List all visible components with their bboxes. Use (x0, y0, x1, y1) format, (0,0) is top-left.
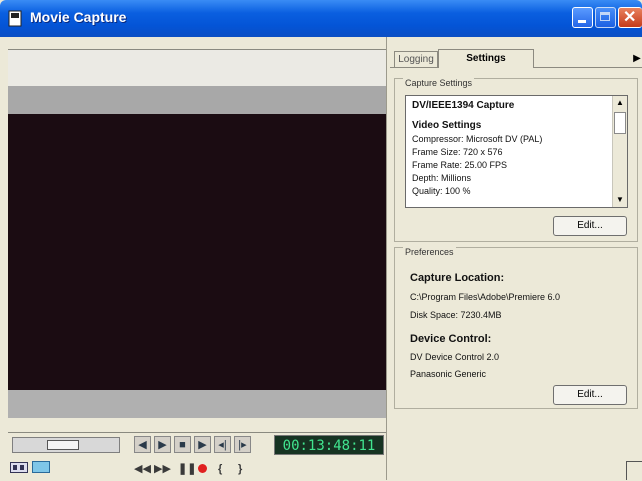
frame-rate-line: Frame Rate: 25.00 FPS (412, 160, 508, 170)
maximize-button[interactable] (595, 7, 616, 28)
compressor-line: Compressor: Microsoft DV (PAL) (412, 134, 543, 144)
device-model: Panasonic Generic (410, 369, 487, 379)
play-button[interactable]: ▶ (154, 436, 171, 453)
minimize-icon (578, 20, 586, 23)
capture-path: C:\Program Files\Adobe\Premiere 6.0 (410, 292, 561, 302)
capture-settings-scrollbar[interactable]: ▲ ▼ (612, 96, 627, 207)
tab-settings[interactable]: Settings (438, 49, 534, 68)
transport-controls: ◀ ▶ ■ ▶ ◂| |▸ 00:13:48:11 (8, 432, 386, 457)
preview-letterbox-top (8, 86, 386, 114)
play-forward-icon: ▶ (198, 439, 207, 451)
close-button[interactable]: ✕ (618, 7, 642, 28)
maximize-icon (600, 12, 610, 21)
step-back-icon: ◀ (138, 439, 147, 451)
rewind-icon[interactable]: ◀◀ (134, 461, 151, 477)
preferences-edit-button[interactable]: Edit... (553, 385, 627, 405)
mark-out-icon: |▸ (238, 439, 247, 451)
app-icon (8, 10, 22, 27)
jog-shuttle-thumb[interactable] (47, 440, 79, 450)
record-icon[interactable] (198, 464, 207, 473)
stop-icon: ■ (179, 439, 186, 451)
preferences-title: Preferences (403, 247, 456, 257)
preferences-group: Preferences Capture Location: C:\Program… (394, 247, 638, 409)
mark-in-icon: ◂| (218, 439, 227, 451)
step-back-button[interactable]: ◀ (134, 436, 151, 453)
play-forward-button[interactable]: ▶ (194, 436, 211, 453)
frame-size-line: Frame Size: 720 x 576 (412, 147, 503, 157)
disk-space: Disk Space: 7230.4MB (410, 310, 502, 320)
capture-controls: ◀◀ ▶▶ ❚❚ { } (8, 457, 386, 481)
device-control-label: Device Control: (410, 333, 492, 345)
jog-shuttle[interactable] (12, 437, 120, 453)
capture-mode-icon[interactable] (10, 460, 28, 474)
video-settings-header: Video Settings (412, 120, 482, 131)
audio-video-icon[interactable] (32, 460, 50, 474)
quality-line: Quality: 100 % (412, 186, 471, 196)
panel-menu-arrow-icon[interactable]: ▶ (632, 51, 642, 67)
fast-forward-icon[interactable]: ▶▶ (154, 461, 171, 477)
resize-grip[interactable] (626, 461, 642, 480)
capture-preview-pane: ◀ ▶ ■ ▶ ◂| |▸ 00:13:48:11 ◀◀ ▶▶ ❚❚ { } (0, 37, 386, 480)
capture-type-header: DV/IEEE1394 Capture (412, 100, 515, 111)
capture-settings-list[interactable]: DV/IEEE1394 Capture Video Settings Compr… (405, 95, 628, 208)
mark-in-button[interactable]: ◂| (214, 436, 231, 453)
capture-settings-edit-button[interactable]: Edit... (553, 216, 627, 236)
pause-icon[interactable]: ❚❚ (178, 461, 196, 477)
capture-location-label: Capture Location: (410, 272, 505, 284)
preview-letterbox-bottom (8, 390, 386, 418)
capture-settings-group: Capture Settings DV/IEEE1394 Capture Vid… (394, 78, 638, 242)
play-icon: ▶ (158, 439, 167, 451)
preview-top-strip (8, 49, 386, 87)
window-title: Movie Capture (30, 9, 127, 25)
minimize-button[interactable] (572, 7, 593, 28)
scroll-thumb[interactable] (614, 112, 626, 134)
stop-button[interactable]: ■ (174, 436, 191, 453)
device-name: DV Device Control 2.0 (410, 352, 500, 362)
tab-logging[interactable]: Logging (394, 51, 438, 67)
title-bar: Movie Capture ✕ (0, 0, 642, 37)
settings-panel: Logging Settings ▶ Capture Settings DV/I… (390, 37, 642, 480)
out-point-icon[interactable]: } (238, 461, 242, 477)
close-icon: ✕ (623, 9, 637, 26)
in-point-icon[interactable]: { (218, 461, 222, 477)
scroll-up-icon[interactable]: ▲ (613, 96, 627, 110)
video-preview (8, 114, 386, 390)
capture-settings-title: Capture Settings (403, 78, 475, 88)
scroll-down-icon[interactable]: ▼ (613, 193, 627, 207)
mark-out-button[interactable]: |▸ (234, 436, 251, 453)
preview-bottom-strip (8, 418, 386, 433)
depth-line: Depth: Millions (412, 173, 472, 183)
timecode-display: 00:13:48:11 (274, 435, 384, 455)
